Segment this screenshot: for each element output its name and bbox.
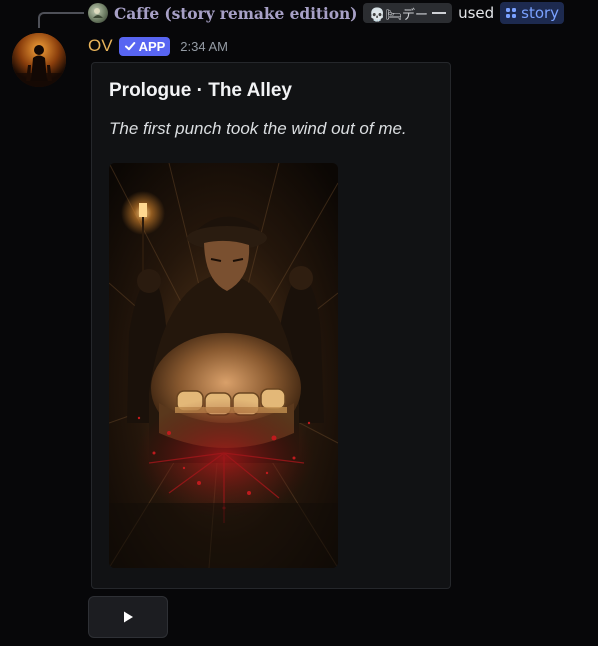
embed-title: Prologue · The Alley bbox=[109, 80, 292, 101]
play-icon bbox=[124, 611, 133, 623]
embed: Prologue · The Alley The first punch too… bbox=[91, 62, 451, 589]
user-chip-label: 💀🛏デー bbox=[369, 7, 429, 23]
reply-used-label: used bbox=[458, 4, 495, 22]
reply-avatar[interactable] bbox=[88, 3, 108, 23]
user-chip[interactable]: 💀🛏デー bbox=[363, 3, 453, 23]
dash-decoration bbox=[432, 12, 447, 14]
check-icon bbox=[124, 42, 135, 51]
reply-spine bbox=[38, 12, 84, 28]
command-mention[interactable]: story bbox=[500, 2, 565, 24]
author-name[interactable]: OV bbox=[88, 36, 113, 56]
reply-username[interactable]: Caffe (story remake edition) bbox=[114, 4, 357, 23]
app-badge: APP bbox=[118, 36, 171, 56]
reply-context[interactable]: Caffe (story remake edition) 💀🛏デー used s… bbox=[88, 1, 565, 25]
slash-command-icon bbox=[506, 8, 517, 18]
embed-image[interactable] bbox=[109, 163, 338, 568]
avatar[interactable] bbox=[12, 33, 66, 87]
embed-description: The first punch took the wind out of me. bbox=[109, 119, 407, 138]
play-button[interactable] bbox=[88, 596, 168, 638]
timestamp[interactable]: 2:34 AM bbox=[180, 39, 228, 54]
message-header: OV APP 2:34 AM bbox=[88, 34, 228, 58]
app-badge-label: APP bbox=[138, 38, 166, 54]
command-name: story bbox=[521, 4, 560, 22]
message-container: Caffe (story remake edition) 💀🛏デー used s… bbox=[0, 0, 598, 646]
